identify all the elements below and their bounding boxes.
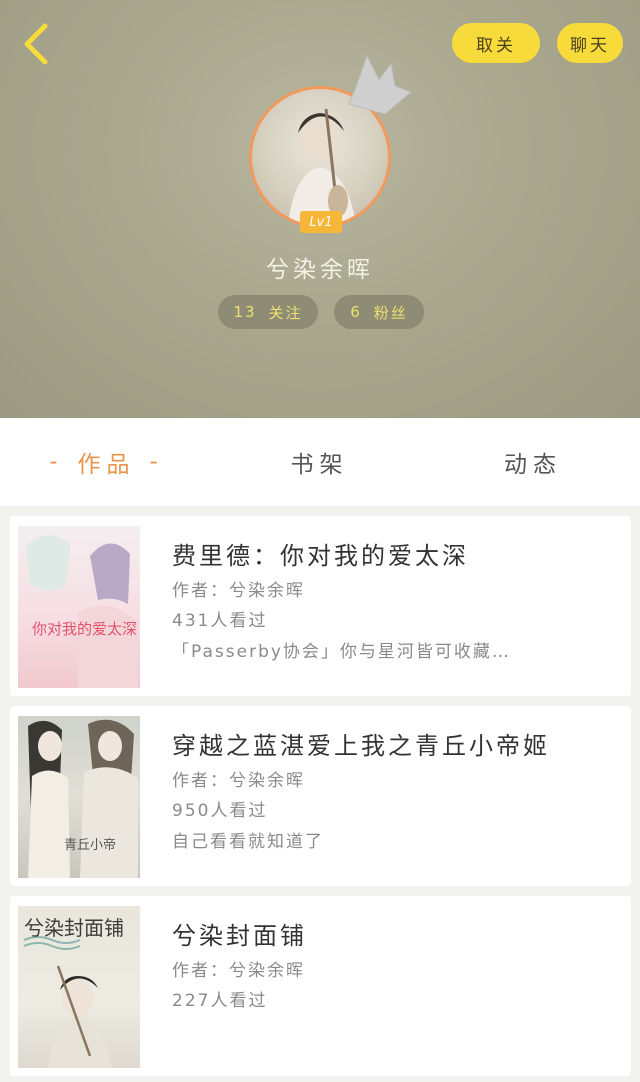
crown-icon bbox=[348, 54, 412, 115]
profile-header: 取关 聊天 Lv1 兮染余晖 13 关注 6 粉丝 bbox=[0, 0, 640, 418]
cover-title: 你对我的爱太深 bbox=[32, 620, 138, 638]
chevron-left-icon bbox=[24, 23, 48, 65]
book-description: 「Passerby协会」你与星河皆可收藏… bbox=[172, 642, 511, 662]
following-count: 13 bbox=[233, 303, 257, 321]
tab-works-label: 作品 bbox=[77, 452, 136, 478]
book-author: 作者：兮染余晖 bbox=[172, 581, 305, 601]
book-cover: 兮染封面铺 bbox=[18, 906, 140, 1068]
chat-button[interactable]: 聊天 bbox=[557, 23, 623, 63]
book-title: 费里德：你对我的爱太深 bbox=[172, 542, 469, 570]
list-item[interactable]: 你对我的爱太深 费里德：你对我的爱太深 作者：兮染余晖 431人看过 「Pass… bbox=[10, 516, 631, 696]
cover-title: 青丘小帝 bbox=[64, 838, 117, 853]
book-title: 穿越之蓝湛爱上我之青丘小帝姬 bbox=[172, 732, 550, 760]
tab-indicator-left: - bbox=[49, 449, 64, 475]
following-label: 关注 bbox=[268, 303, 303, 322]
unfollow-button[interactable]: 取关 bbox=[452, 23, 540, 63]
tab-works[interactable]: - 作品 - bbox=[0, 418, 213, 506]
fans-count: 6 bbox=[350, 303, 362, 321]
back-button[interactable] bbox=[14, 20, 58, 68]
level-badge: Lv1 bbox=[300, 211, 342, 233]
tab-indicator-right: - bbox=[149, 449, 164, 475]
list-item[interactable]: 兮染封面铺 兮染封面铺 作者：兮染余晖 227人看过 bbox=[10, 896, 631, 1076]
book-views: 227人看过 bbox=[172, 991, 268, 1011]
username: 兮染余晖 bbox=[266, 257, 374, 283]
book-views: 431人看过 bbox=[172, 611, 268, 631]
book-author: 作者：兮染余晖 bbox=[172, 771, 305, 791]
book-cover: 你对我的爱太深 bbox=[18, 526, 140, 688]
book-views: 950人看过 bbox=[172, 801, 268, 821]
cover-title: 兮染封面铺 bbox=[24, 916, 124, 940]
following-stat[interactable]: 13 关注 bbox=[218, 295, 318, 329]
fans-label: 粉丝 bbox=[373, 303, 408, 322]
tab-bookshelf[interactable]: 书架 bbox=[213, 418, 426, 506]
book-description: 自己看看就知道了 bbox=[172, 832, 324, 852]
profile-tabs: - 作品 - 书架 动态 bbox=[0, 418, 640, 506]
fans-stat[interactable]: 6 粉丝 bbox=[334, 295, 424, 329]
book-cover: 青丘小帝 bbox=[18, 716, 140, 878]
tab-activity[interactable]: 动态 bbox=[426, 418, 640, 506]
list-item[interactable]: 青丘小帝 穿越之蓝湛爱上我之青丘小帝姬 作者：兮染余晖 950人看过 自己看看就… bbox=[10, 706, 631, 886]
book-title: 兮染封面铺 bbox=[172, 922, 307, 950]
book-author: 作者：兮染余晖 bbox=[172, 961, 305, 981]
